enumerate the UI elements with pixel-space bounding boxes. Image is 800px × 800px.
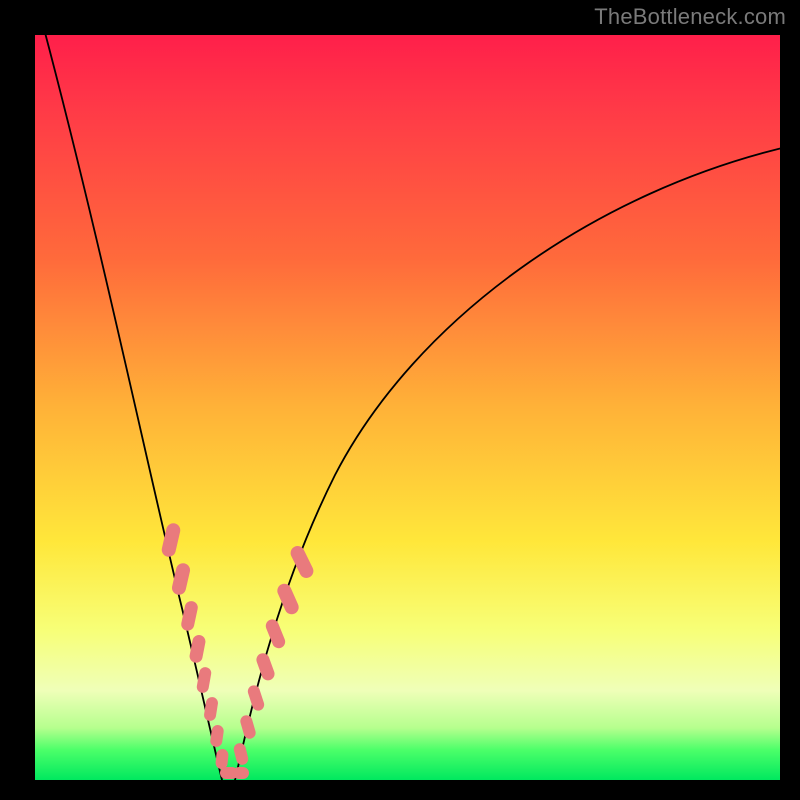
plot-area — [35, 35, 780, 780]
watermark-text: TheBottleneck.com — [594, 4, 786, 30]
curve-right-branch — [235, 145, 795, 780]
v-curve-svg — [35, 35, 780, 780]
beads-bottom — [220, 767, 249, 779]
chart-frame: TheBottleneck.com — [0, 0, 800, 800]
beads-right — [233, 544, 316, 766]
curve-left-branch — [43, 25, 222, 780]
